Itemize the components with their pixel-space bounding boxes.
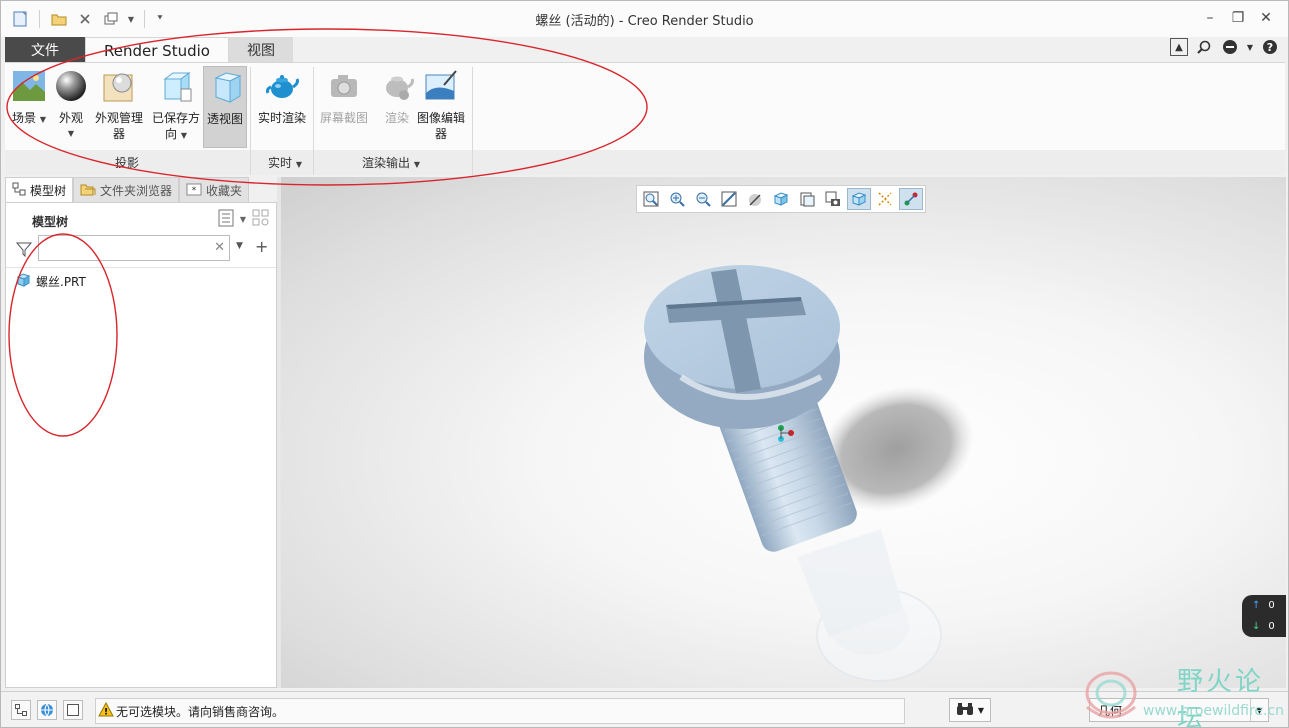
- saved-orientations-label-1: 已保存方: [151, 111, 200, 125]
- chevron-down-icon[interactable]: ▼: [236, 241, 243, 251]
- image-editor-label-2: 器: [434, 127, 447, 141]
- binoculars-icon: [956, 702, 974, 719]
- svg-text:!: !: [104, 708, 108, 718]
- chevron-down-icon[interactable]: ▼: [240, 215, 246, 224]
- appearance-manager-button[interactable]: 外观管理 器: [93, 68, 145, 142]
- render-label: 渲染: [384, 111, 409, 125]
- folder-browser-icon: [80, 182, 96, 199]
- browser-toggle-icon[interactable]: [37, 700, 57, 720]
- collapse-ribbon-icon[interactable]: ▲: [1170, 38, 1188, 56]
- scene-icon: [11, 68, 47, 104]
- find-button[interactable]: ▼: [949, 698, 991, 722]
- model-tree-header: 模型树: [32, 215, 69, 229]
- close-icon[interactable]: ✕: [1252, 7, 1280, 29]
- teapot-icon: [264, 68, 300, 104]
- community-icon[interactable]: [1220, 37, 1240, 57]
- filter-icon[interactable]: [15, 241, 33, 260]
- spin-control[interactable]: ↑ 0 ↓ 0: [1242, 595, 1286, 637]
- scene-label: 场景: [12, 111, 37, 125]
- message-area: ! 无可选模块。请向销售商咨询。: [95, 698, 905, 724]
- tab-render-studio[interactable]: Render Studio: [85, 37, 229, 63]
- screw-model: [644, 265, 974, 682]
- tree-columns-icon[interactable]: [252, 209, 270, 230]
- window-controls: – ❐ ✕: [1196, 7, 1280, 29]
- group-realtime-label[interactable]: 实时 ▼: [257, 154, 313, 171]
- clear-search-icon[interactable]: ✕: [214, 240, 225, 255]
- model-tree-search-input[interactable]: ✕: [38, 235, 230, 261]
- selection-filter-select[interactable]: 几何 ▼: [1089, 698, 1269, 722]
- help-icon[interactable]: ?: [1260, 37, 1280, 57]
- window-title: 螺丝 (活动的) - Creo Render Studio: [535, 14, 754, 29]
- favorites-icon: *: [186, 182, 202, 199]
- appearance-manager-label-1: 外观管理: [94, 111, 143, 125]
- tree-settings-icon[interactable]: [218, 209, 234, 230]
- search-icon[interactable]: [1194, 37, 1214, 57]
- camera-icon: [326, 68, 362, 104]
- part-icon: [16, 273, 31, 290]
- status-message: 无可选模块。请向销售商咨询。: [116, 704, 285, 719]
- group-projection-label: 投影: [114, 156, 139, 170]
- up-arrow[interactable]: ↑ 0: [1242, 595, 1286, 616]
- model-tree-tools: ▼: [218, 209, 270, 230]
- image-editor-icon: [423, 68, 459, 104]
- saved-orientations-button[interactable]: 已保存方 向 ▼: [149, 68, 203, 144]
- realtime-render-button[interactable]: 实时渲染: [255, 68, 309, 126]
- image-editor-button[interactable]: 图像编辑 器: [415, 68, 467, 142]
- graphics-viewport[interactable]: ↑ 0 ↓ 0: [281, 177, 1286, 688]
- group-label-strip: [5, 150, 1285, 175]
- add-icon[interactable]: +: [255, 237, 268, 256]
- tab-favorites[interactable]: * 收藏夹: [179, 177, 250, 203]
- appearance-manager-icon: [101, 68, 137, 104]
- chevron-down-icon[interactable]: ▼: [1250, 699, 1268, 721]
- title-bar: ▼ ⯆ 螺丝 (活动的) - Creo Render Studio – ❐ ✕: [1, 1, 1288, 37]
- minimize-icon[interactable]: –: [1196, 7, 1224, 29]
- down-arrow[interactable]: ↓ 0: [1242, 616, 1286, 637]
- render-teapot-icon: [379, 68, 415, 104]
- appearance-button[interactable]: 外观 ▼: [51, 68, 91, 142]
- model-tree-icon: [12, 182, 26, 199]
- warning-icon: !: [98, 701, 114, 720]
- tab-file[interactable]: 文件: [5, 37, 85, 63]
- status-bar: ! 无可选模块。请向销售商咨询。 ▼ 几何 ▼: [1, 691, 1288, 727]
- ribbon-tabs: 文件 Render Studio 视图: [5, 37, 293, 63]
- divider: [472, 67, 473, 175]
- ribbon-panel: 场景 ▼ 外观 ▼ 外观管理 器 已保存方 向 ▼ 透视图 实时渲染 屏幕截图 …: [5, 62, 1285, 175]
- group-render-output-label[interactable]: 渲染输出 ▼: [349, 154, 433, 171]
- tree-item-label: 螺丝.PRT: [36, 275, 86, 289]
- left-panel-tabs: 模型树 文件夹浏览器 * 收藏夹: [5, 177, 277, 203]
- model-tree-panel: 模型树 ▼ ✕ ▼ + 螺丝.PRT: [5, 202, 277, 688]
- maximize-icon[interactable]: ❐: [1224, 7, 1252, 29]
- render-button[interactable]: 渲染: [375, 68, 419, 126]
- fullscreen-toggle-icon[interactable]: [63, 700, 83, 720]
- chevron-down-icon[interactable]: ▼: [1246, 37, 1254, 57]
- svg-text:*: *: [192, 186, 197, 196]
- realtime-render-label: 实时渲染: [257, 111, 306, 125]
- status-icons: [11, 700, 83, 720]
- saved-orientations-label-2: 向: [165, 127, 178, 141]
- svg-text:?: ?: [1267, 41, 1273, 54]
- tab-folder-browser[interactable]: 文件夹浏览器: [73, 177, 180, 203]
- divider: [313, 67, 314, 175]
- perspective-button[interactable]: 透视图: [203, 66, 247, 148]
- chevron-down-icon: ▼: [977, 705, 985, 715]
- scene-button[interactable]: 场景 ▼: [9, 68, 49, 128]
- tree-item-part[interactable]: 螺丝.PRT: [16, 273, 86, 290]
- appearance-label: 外观: [58, 111, 83, 125]
- appearance-sphere-icon: [53, 68, 89, 104]
- help-icons: ▲ ▼ ?: [1170, 37, 1280, 57]
- saved-orientations-icon: [158, 68, 194, 104]
- tab-model-tree[interactable]: 模型树: [5, 177, 74, 203]
- image-editor-label-1: 图像编辑: [416, 111, 465, 125]
- navigator-toggle-icon[interactable]: [11, 700, 31, 720]
- divider: [6, 267, 276, 268]
- perspective-label: 透视图: [206, 112, 243, 126]
- screenshot-label: 屏幕截图: [319, 111, 368, 125]
- perspective-cube-icon: [207, 69, 243, 105]
- creo-window: ▼ ⯆ 螺丝 (活动的) - Creo Render Studio – ❐ ✕ …: [0, 0, 1289, 728]
- appearance-manager-label-2: 器: [112, 127, 125, 141]
- tab-view[interactable]: 视图: [228, 37, 293, 63]
- screenshot-button[interactable]: 屏幕截图: [317, 68, 371, 126]
- chevron-down-icon: ▼: [67, 129, 75, 138]
- divider: [250, 67, 251, 175]
